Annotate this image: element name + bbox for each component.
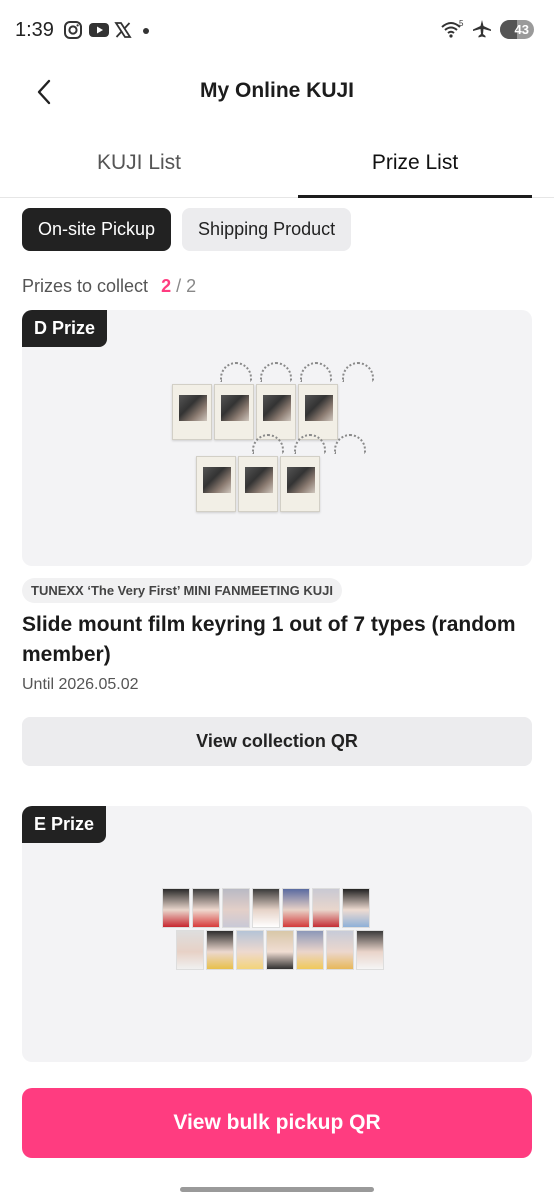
filter-chips: On-site Pickup Shipping Product <box>22 208 352 251</box>
status-time: 1:39 <box>15 19 54 41</box>
tab-bar: KUJI List Prize List <box>0 136 554 198</box>
tab-kuji-list[interactable]: KUJI List <box>22 136 256 198</box>
view-collection-qr-button[interactable]: View collection QR <box>22 717 532 766</box>
prize-d-badge: D Prize <box>22 310 108 347</box>
home-indicator <box>180 1187 374 1192</box>
prize-d-name: Slide mount film keyring 1 out of 7 type… <box>22 613 516 666</box>
x-icon <box>114 22 132 38</box>
dot-icon <box>143 28 149 34</box>
event-tag: TUNEXX ‘The Very First’ MINI FANMEETING … <box>22 578 342 603</box>
wifi-icon: 5 <box>441 19 464 38</box>
collect-current: 2 <box>161 276 172 296</box>
svg-text:5: 5 <box>459 19 464 28</box>
prizes-to-collect: Prizes to collect 2 / 2 <box>22 276 196 297</box>
view-bulk-pickup-qr-button[interactable]: View bulk pickup QR <box>22 1088 532 1158</box>
instagram-icon <box>64 21 82 39</box>
airplane-icon <box>473 20 491 38</box>
youtube-icon <box>89 23 109 37</box>
app-header: My Online KUJI <box>0 62 554 122</box>
collect-label: Prizes to collect <box>22 276 149 296</box>
status-bar: 1:39 5 43 <box>0 0 554 62</box>
photocard-illustration <box>162 886 402 986</box>
prize-d-until: Until 2026.05.02 <box>22 676 139 693</box>
page-title: My Online KUJI <box>199 79 355 102</box>
prize-e-image[interactable]: E Prize <box>22 806 532 1062</box>
battery-level: 43 <box>514 21 529 37</box>
collect-separator: / <box>176 276 182 296</box>
collect-total: 2 <box>186 276 197 296</box>
prize-e-badge: E Prize <box>22 806 107 843</box>
keyring-illustration <box>162 356 392 526</box>
battery-icon: 43 <box>500 19 534 39</box>
prize-d-image[interactable]: D Prize <box>22 310 532 566</box>
active-tab-indicator <box>298 195 532 198</box>
chip-on-site-pickup[interactable]: On-site Pickup <box>22 208 172 251</box>
chip-shipping-product[interactable]: Shipping Product <box>182 208 352 251</box>
tab-prize-list[interactable]: Prize List <box>298 136 532 198</box>
